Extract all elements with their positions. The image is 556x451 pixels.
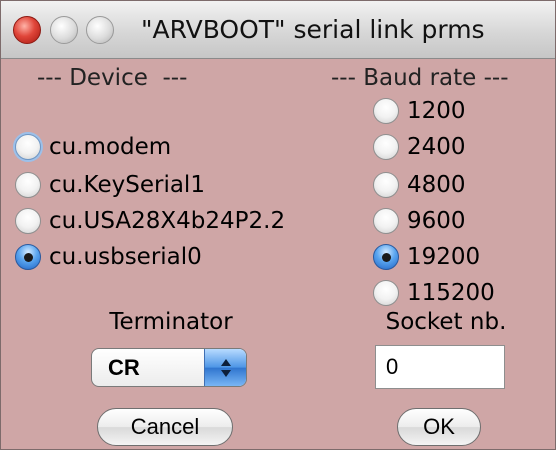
close-icon[interactable] [13, 16, 41, 44]
radio-icon[interactable] [15, 208, 41, 234]
device-header: --- Device --- [37, 65, 188, 91]
dialog-window: "ARVBOOT" serial link prms --- Device --… [0, 0, 556, 450]
radio-icon[interactable] [373, 208, 399, 234]
baud-option-115200[interactable]: 115200 [373, 275, 495, 311]
radio-icon[interactable] [15, 172, 41, 198]
device-option-label: cu.modem [49, 134, 172, 160]
device-option-label: cu.usbserial0 [49, 244, 202, 270]
up-down-arrows-icon[interactable] [204, 349, 246, 386]
device-option-cu-keyserial1[interactable]: cu.KeySerial1 [15, 167, 205, 203]
cancel-button[interactable]: Cancel [97, 408, 233, 446]
radio-selected-icon[interactable] [15, 244, 41, 270]
terminator-value: CR [108, 354, 140, 380]
radio-selected-icon[interactable] [373, 244, 399, 270]
baud-option-19200[interactable]: 19200 [373, 239, 480, 275]
radio-icon[interactable] [15, 134, 41, 160]
device-option-cu-modem[interactable]: cu.modem [15, 129, 171, 165]
baud-option-1200[interactable]: 1200 [373, 93, 466, 129]
socket-input[interactable] [375, 345, 505, 389]
baud-option-label: 4800 [407, 172, 466, 198]
device-option-label: cu.KeySerial1 [49, 172, 205, 198]
baud-option-label: 9600 [407, 208, 466, 234]
zoom-icon[interactable] [86, 16, 114, 44]
radio-icon[interactable] [373, 98, 399, 124]
terminator-popup[interactable]: CR [91, 348, 247, 387]
ok-button[interactable]: OK [397, 408, 481, 446]
dialog-content: --- Device --- cu.modem cu.KeySerial1 cu… [1, 59, 555, 451]
terminator-label: Terminator [109, 309, 233, 335]
baud-option-4800[interactable]: 4800 [373, 167, 466, 203]
baud-option-2400[interactable]: 2400 [373, 129, 466, 165]
device-option-cu-usbserial0[interactable]: cu.usbserial0 [15, 239, 202, 275]
radio-icon[interactable] [373, 134, 399, 160]
device-option-cu-usa28x4b24p2-2[interactable]: cu.USA28X4b24P2.2 [15, 203, 285, 239]
minimize-icon[interactable] [50, 16, 78, 44]
radio-icon[interactable] [373, 280, 399, 306]
baud-option-label: 115200 [407, 280, 495, 306]
baud-option-label: 19200 [407, 244, 481, 270]
baud-header: --- Baud rate --- [331, 65, 509, 91]
baud-option-9600[interactable]: 9600 [373, 203, 466, 239]
socket-label: Socket nb. [385, 309, 507, 335]
up-down-arrows-icon-graphic [220, 358, 231, 377]
radio-icon[interactable] [373, 172, 399, 198]
baud-option-label: 1200 [407, 98, 466, 124]
title-bar[interactable]: "ARVBOOT" serial link prms [1, 1, 555, 59]
window-title: "ARVBOOT" serial link prms [141, 15, 485, 44]
device-option-label: cu.USA28X4b24P2.2 [49, 208, 286, 234]
baud-option-label: 2400 [407, 134, 466, 160]
